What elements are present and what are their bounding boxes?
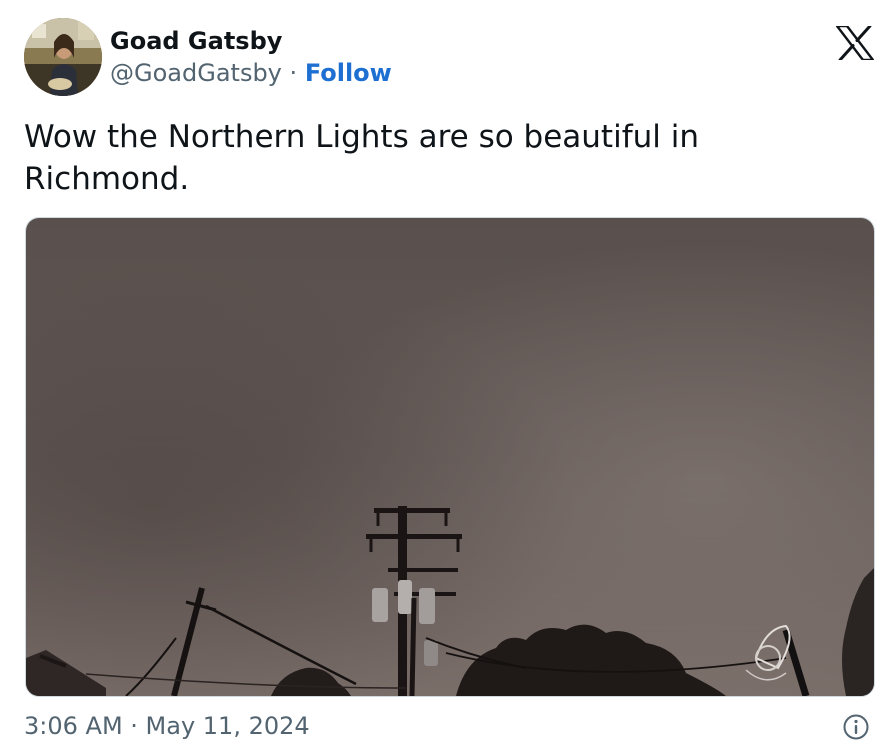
tweet-timestamp[interactable]: 3:06 AM · May 11, 2024	[24, 710, 310, 742]
handle-separator: ·	[289, 59, 298, 87]
author-handle-row: @GoadGatsby · Follow	[110, 58, 392, 88]
author-avatar[interactable]	[24, 18, 102, 96]
tweet-photo[interactable]	[25, 217, 875, 697]
x-logo-icon[interactable]	[835, 24, 875, 62]
tweet-text: Wow the Northern Lights are so beautiful…	[24, 119, 699, 197]
tweet-embed-card: Goad Gatsby @GoadGatsby · Follow Wow the…	[0, 0, 896, 756]
follow-button[interactable]: Follow	[305, 59, 392, 87]
author-display-name[interactable]: Goad Gatsby	[110, 26, 282, 56]
info-icon[interactable]	[842, 713, 870, 741]
author-handle[interactable]: @GoadGatsby	[110, 59, 282, 87]
